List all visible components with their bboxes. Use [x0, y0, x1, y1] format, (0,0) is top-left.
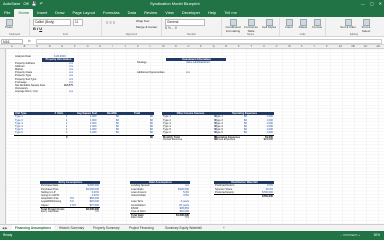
distribution-block: Distribution Waterfall Preferred Return 6…	[214, 181, 274, 198]
save-icon[interactable]: 💾	[32, 0, 37, 8]
operating-expenses-block: Operating Expenses Type 1 $0 1,000 Type 2 $0…	[214, 112, 274, 141]
autosave-label[interactable]: AutoSave	[3, 0, 20, 8]
property-info-block: Analysis Date 6.26.2020 Property Informat…	[14, 55, 74, 94]
group-alignment: Wrap Text Merge & Center ≡ ≡ ≡ Alignment	[102, 18, 162, 36]
entry-assumptions-block: Entry Assumptions Purchase Date $,000,000…	[40, 181, 100, 213]
close-button[interactable]: ✕	[379, 0, 382, 8]
quick-access-toolbar: AutoSave Off 💾 ↶	[3, 0, 43, 8]
sort-filter-button[interactable]: Sort & Filter	[340, 19, 356, 30]
tab-page-layout[interactable]: Page Layout	[68, 9, 98, 17]
group-label: Clipboard	[8, 33, 21, 36]
group-cells: Insert Delete Format Cells	[280, 18, 326, 36]
group-label: Alignment	[125, 33, 138, 36]
window-controls: — ▢ ✕	[361, 0, 382, 8]
number-format-select[interactable]: General	[165, 19, 205, 26]
delete-button[interactable]: Delete	[296, 19, 310, 30]
wrap-text-button[interactable]: Wrap Text	[136, 19, 149, 23]
tab-home[interactable]: Home	[14, 9, 34, 17]
info-row[interactable]: Analysis Date 6.26.2020	[14, 55, 74, 58]
group-editing: Sort & Filter Find & Select Editing	[326, 18, 382, 36]
tab-review[interactable]: Review	[140, 9, 161, 17]
group-styles: Conditional Formatting Format as Table C…	[222, 18, 280, 36]
name-box[interactable]: N16	[1, 39, 23, 44]
align-icons[interactable]: ≡ ≡ ≡	[106, 20, 115, 25]
strategy-block: Investment Information Strategy Value Add…	[136, 58, 226, 74]
window-title: Syndication Model Blueprint	[150, 1, 200, 6]
conditional-formatting-button[interactable]: Conditional Formatting	[224, 19, 242, 33]
group-label: Editing	[350, 33, 358, 36]
tab-help[interactable]: Help	[204, 9, 220, 17]
group-font: Calibri (Body) 11 B I U Font	[30, 18, 102, 36]
ribbon-tabs: File Home Insert Draw Page Layout Formul…	[0, 8, 384, 17]
undo-icon[interactable]: ↶	[40, 0, 43, 8]
autosave-toggle[interactable]: Off	[23, 0, 28, 8]
merge-center-button[interactable]: Merge & Center	[136, 25, 157, 29]
tab-developer[interactable]: Developer	[178, 9, 204, 17]
bold-icon[interactable]: B I U	[33, 26, 42, 31]
units-total-row: 0 $0	[14, 134, 154, 139]
insert-button[interactable]: Insert	[282, 19, 296, 30]
group-label: Font	[62, 33, 69, 36]
group-number: General $ % , .0 Number	[162, 18, 222, 36]
formula-bar: N16 fx	[0, 38, 384, 45]
group-label: Cells	[299, 33, 306, 36]
sheet-tabs-bar: ◀ ▶ Financing Assumptions Historic Summa…	[0, 224, 384, 232]
tab-draw[interactable]: Draw	[51, 9, 68, 17]
group-label: Styles	[246, 33, 255, 36]
worksheet-grid[interactable]: Analysis Date 6.26.2020 Property Informat…	[6, 49, 384, 224]
paste-button[interactable]: Paste	[3, 19, 15, 30]
zoom-slider[interactable]: − ━━━━━●━━ +	[340, 231, 360, 240]
units-block: Unit Type # Units Avg Square Feet Rent/M…	[14, 112, 154, 139]
maximize-button[interactable]: ▢	[370, 0, 374, 8]
minimize-button[interactable]: —	[361, 0, 365, 8]
tab-formulas[interactable]: Formulas	[99, 9, 124, 17]
tab-insert[interactable]: Insert	[33, 9, 51, 17]
zoom-level[interactable]: 30%	[374, 231, 380, 240]
other-income-block: Other Income Sources Type 1 $0 Type 2 $0 Typ…	[162, 112, 218, 141]
tab-file[interactable]: File	[0, 9, 14, 17]
group-label: Number	[186, 33, 197, 36]
currency-icon[interactable]: $ % , .0	[165, 26, 177, 30]
font-size-select[interactable]: 11	[73, 19, 83, 26]
font-name-select[interactable]: Calibri (Body)	[33, 19, 71, 26]
debt-assumptions-block: Debt Assumptions Lending Spread xxx Loan R…	[130, 181, 190, 220]
status-ready: Ready	[3, 233, 13, 237]
ribbon: Paste Clipboard Calibri (Body) 11 B I U …	[0, 17, 384, 37]
tell-me-search[interactable]: Tell me	[220, 9, 241, 17]
cell-styles-button[interactable]: Cell Styles	[260, 19, 278, 30]
fx-icon[interactable]: fx	[28, 39, 31, 43]
group-clipboard: Paste Clipboard	[0, 18, 30, 36]
title-bar: AutoSave Off 💾 ↶ Syndication Model Bluep…	[0, 0, 384, 8]
format-as-table-button[interactable]: Format as Table	[242, 19, 260, 33]
tab-data[interactable]: Data	[124, 9, 140, 17]
formula-input[interactable]	[36, 39, 382, 44]
format-button[interactable]: Format	[310, 19, 324, 30]
status-bar: Ready − ━━━━━●━━ + 30%	[0, 231, 384, 240]
find-select-button[interactable]: Find & Select	[358, 19, 374, 33]
tab-view[interactable]: View	[161, 9, 178, 17]
